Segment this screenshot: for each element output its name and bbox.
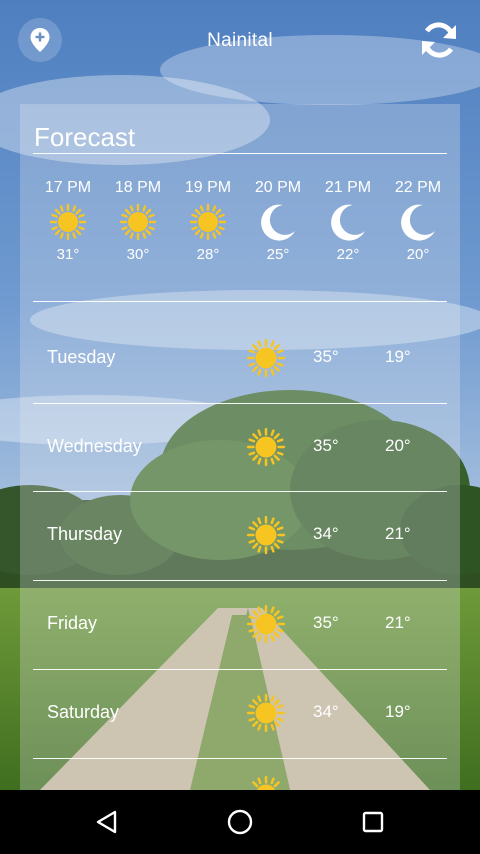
day-name: Wednesday <box>47 435 142 456</box>
day-high-temp: 35° <box>313 436 339 455</box>
sun-icon <box>189 203 227 241</box>
navigation-bar <box>0 790 480 854</box>
moon-icon <box>261 204 295 241</box>
daily-row-friday[interactable]: Friday 35° 21° <box>33 579 447 667</box>
day-name: Saturday <box>47 701 120 722</box>
hour-time: 20 PM <box>254 179 302 196</box>
day-low-temp: 20° <box>385 436 411 455</box>
hourly-item: 19 PM 28° <box>173 178 243 263</box>
hour-time: 21 PM <box>324 179 372 196</box>
day-name: Tuesday <box>47 346 116 367</box>
daily-row-tuesday[interactable]: Tuesday 35° 19° <box>33 313 447 401</box>
hourly-item: 18 PM 30° <box>103 178 173 263</box>
hourly-item: 20 PM 25° <box>243 178 313 263</box>
top-bar: Nainital <box>0 0 480 84</box>
divider <box>33 758 447 759</box>
sun-icon <box>119 203 157 241</box>
recents-icon <box>362 811 384 833</box>
divider <box>33 301 447 302</box>
daily-row-wednesday[interactable]: Wednesday 35° 20° <box>33 402 447 490</box>
city-name[interactable]: Nainital <box>0 30 480 52</box>
refresh-button[interactable] <box>416 17 462 63</box>
sun-icon <box>246 338 286 378</box>
hourly-item: 21 PM 22° <box>313 178 383 263</box>
hour-temperature: 20° <box>406 246 430 263</box>
day-name: Thursday <box>47 523 123 544</box>
hour-time: 19 PM <box>184 179 232 196</box>
hour-time: 22 PM <box>394 179 442 196</box>
daily-row-saturday[interactable]: Saturday 34° 19° <box>33 668 447 756</box>
hour-time: 17 PM <box>44 179 92 196</box>
refresh-icon <box>422 22 456 58</box>
home-button[interactable] <box>220 802 260 842</box>
day-high-temp: 34° <box>313 524 339 543</box>
divider <box>33 153 447 154</box>
day-low-temp: 21° <box>385 613 411 632</box>
hour-time: 18 PM <box>114 179 162 196</box>
day-low-temp: 19° <box>385 347 411 366</box>
day-high-temp: 35° <box>313 347 339 366</box>
back-icon <box>96 810 117 834</box>
recents-button[interactable] <box>353 802 393 842</box>
forecast-title: Forecast <box>34 122 136 152</box>
hourly-item: 17 PM 31° <box>33 178 103 263</box>
daily-row-thursday[interactable]: Thursday 34° 21° <box>33 490 447 578</box>
hourly-item: 22 PM 20° <box>383 178 453 263</box>
sun-icon <box>246 427 286 467</box>
moon-icon <box>401 204 435 241</box>
sun-icon <box>49 203 87 241</box>
back-button[interactable] <box>87 802 127 842</box>
day-high-temp: 35° <box>313 613 339 632</box>
moon-icon <box>331 204 365 241</box>
forecast-panel: Forecast 17 PM 31° 18 PM 30° 19 PM 28° 2… <box>20 104 460 806</box>
hour-temperature: 31° <box>56 246 80 263</box>
home-icon <box>227 809 253 835</box>
hour-temperature: 25° <box>266 246 290 263</box>
sun-icon <box>246 515 286 555</box>
sun-icon <box>246 693 286 733</box>
day-low-temp: 19° <box>385 702 411 721</box>
day-high-temp: 34° <box>313 702 339 721</box>
hour-temperature: 30° <box>126 246 150 263</box>
hour-temperature: 22° <box>336 246 360 263</box>
sun-icon <box>246 604 286 644</box>
hourly-forecast: 17 PM 31° 18 PM 30° 19 PM 28° 20 PM 25° … <box>33 178 447 278</box>
day-low-temp: 21° <box>385 524 411 543</box>
day-name: Friday <box>47 612 98 633</box>
hour-temperature: 28° <box>196 246 220 263</box>
